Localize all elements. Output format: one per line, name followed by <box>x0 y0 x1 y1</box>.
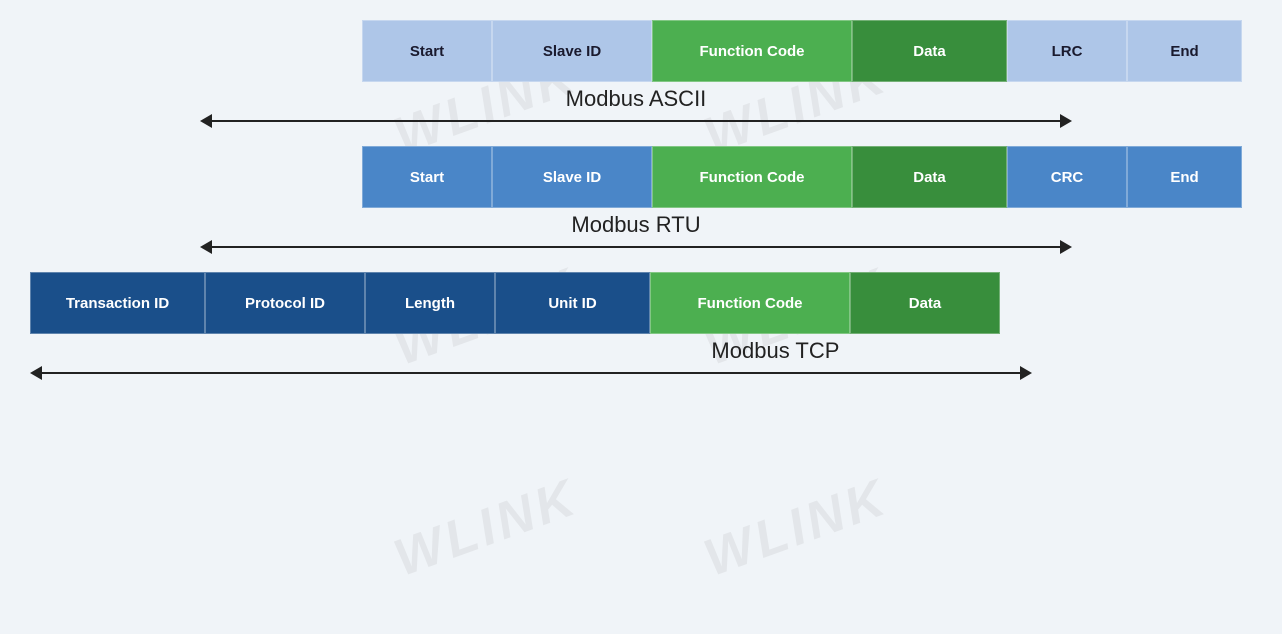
ascii-arrow-right <box>1060 114 1072 128</box>
rtu-arrow-right <box>1060 240 1072 254</box>
tcp-transactionid-cell: Transaction ID <box>30 272 205 334</box>
ascii-row: Start Slave ID Function Code Data LRC En… <box>30 20 1252 136</box>
ascii-arrow-left <box>200 114 212 128</box>
ascii-arrow-shaft <box>212 120 1061 122</box>
rtu-frame: Start Slave ID Function Code Data CRC En… <box>362 146 1242 208</box>
tcp-arrow-right <box>1020 366 1032 380</box>
rtu-arrow-left <box>200 240 212 254</box>
tcp-arrow-shaft <box>42 372 1020 374</box>
tcp-row: Transaction ID Protocol ID Length Unit I… <box>30 272 1252 388</box>
ascii-arrow-label: Modbus ASCII <box>30 86 1242 128</box>
tcp-arrow <box>30 366 1032 380</box>
tcp-frame: Transaction ID Protocol ID Length Unit I… <box>30 272 1000 334</box>
rtu-end-cell: End <box>1127 146 1242 208</box>
rtu-data-cell: Data <box>852 146 1007 208</box>
ascii-end-cell: End <box>1127 20 1242 82</box>
rtu-start-cell: Start <box>362 146 492 208</box>
tcp-length-cell: Length <box>365 272 495 334</box>
ascii-lrc-cell: LRC <box>1007 20 1127 82</box>
rtu-crc-cell: CRC <box>1007 146 1127 208</box>
ascii-functioncode-cell: Function Code <box>652 20 852 82</box>
ascii-protocol-name: Modbus ASCII <box>566 86 707 112</box>
ascii-arrow <box>200 114 1073 128</box>
watermark-text: WLINK <box>386 468 585 590</box>
rtu-functioncode-cell: Function Code <box>652 146 852 208</box>
tcp-protocol-name: Modbus TCP <box>711 338 839 364</box>
ascii-frame: Start Slave ID Function Code Data LRC En… <box>362 20 1242 82</box>
tcp-data-cell: Data <box>850 272 1000 334</box>
watermark-text: WLINK <box>696 468 895 590</box>
ascii-start-cell: Start <box>362 20 492 82</box>
tcp-protocolid-cell: Protocol ID <box>205 272 365 334</box>
ascii-slaveid-cell: Slave ID <box>492 20 652 82</box>
tcp-arrow-label: Modbus TCP <box>30 338 1252 380</box>
main-content: Start Slave ID Function Code Data LRC En… <box>0 0 1282 418</box>
tcp-arrow-left <box>30 366 42 380</box>
tcp-functioncode-cell: Function Code <box>650 272 850 334</box>
rtu-arrow-label: Modbus RTU <box>30 212 1242 254</box>
rtu-row: Start Slave ID Function Code Data CRC En… <box>30 146 1252 262</box>
tcp-unitid-cell: Unit ID <box>495 272 650 334</box>
rtu-slaveid-cell: Slave ID <box>492 146 652 208</box>
rtu-arrow <box>200 240 1073 254</box>
rtu-protocol-name: Modbus RTU <box>571 212 700 238</box>
ascii-data-cell: Data <box>852 20 1007 82</box>
rtu-arrow-shaft <box>212 246 1061 248</box>
